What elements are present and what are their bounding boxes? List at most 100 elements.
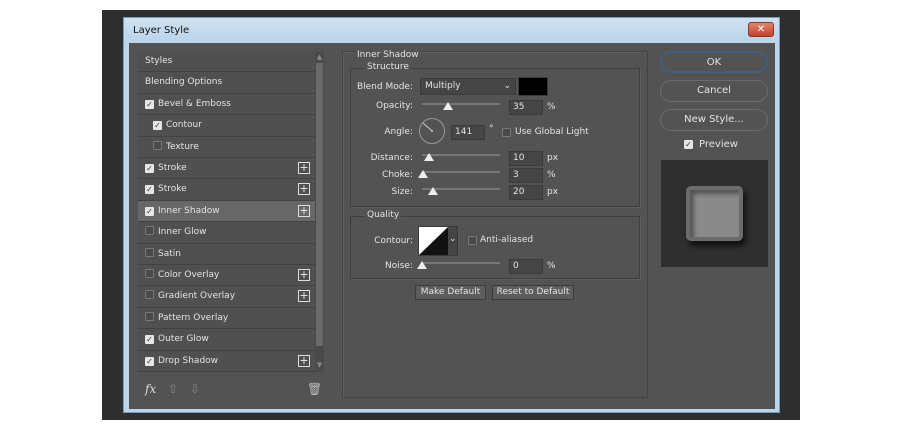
size-input[interactable]: 20 bbox=[509, 185, 543, 200]
styles-list: Styles Blending Options ✓ Bevel & Emboss ✓ Co… bbox=[138, 51, 315, 372]
move-up-icon[interactable]: ⇧ bbox=[168, 382, 178, 396]
sidebar-item[interactable]: ✓ Contour bbox=[138, 115, 315, 137]
sidebar-item[interactable]: ✓ Outer Glow bbox=[138, 329, 315, 351]
checkbox[interactable] bbox=[145, 247, 154, 257]
title-bar[interactable]: Layer Style ✕ bbox=[124, 18, 779, 43]
checkbox[interactable]: ✓ bbox=[145, 99, 154, 109]
checkbox[interactable]: ✓ bbox=[145, 206, 154, 216]
sidebar-item[interactable]: Inner Glow bbox=[138, 222, 315, 244]
checkbox[interactable]: ✓ bbox=[153, 121, 162, 131]
slider-thumb[interactable] bbox=[443, 102, 453, 110]
cancel-button[interactable]: Cancel bbox=[660, 80, 768, 102]
preview-swatch bbox=[686, 186, 743, 241]
trash-icon[interactable]: 🗑 bbox=[307, 382, 322, 396]
noise-input[interactable]: 0 bbox=[509, 259, 543, 274]
sidebar-item-label: Inner Shadow bbox=[158, 205, 220, 216]
slider-thumb[interactable] bbox=[418, 170, 428, 178]
styles-scrollbar[interactable]: ▲ ▼ bbox=[315, 51, 324, 372]
anti-aliased-label: Anti-aliased bbox=[480, 235, 534, 245]
contour-preview-icon bbox=[419, 227, 448, 255]
sidebar-item[interactable]: Blending Options bbox=[138, 72, 315, 94]
sidebar-item[interactable]: ✓ Stroke + bbox=[138, 179, 315, 201]
choke-unit: % bbox=[547, 170, 556, 180]
sidebar-item-label: Inner Glow bbox=[158, 227, 207, 238]
sidebar-item-label: Blending Options bbox=[145, 77, 223, 88]
checkbox[interactable] bbox=[145, 290, 154, 300]
sidebar-item-label: Contour bbox=[166, 120, 202, 131]
checkbox[interactable]: ✓ bbox=[145, 164, 154, 173]
opacity-slider[interactable] bbox=[422, 102, 500, 110]
scroll-up-icon[interactable]: ▲ bbox=[315, 53, 324, 61]
size-slider[interactable] bbox=[422, 187, 500, 195]
sidebar-item[interactable]: Styles bbox=[138, 51, 315, 73]
move-down-icon[interactable]: ⇩ bbox=[190, 382, 200, 396]
sidebar-item[interactable]: ✓ Inner Shadow + bbox=[138, 200, 315, 223]
sidebar-item-label: Color Overlay bbox=[158, 270, 220, 280]
sidebar-item-label: Stroke bbox=[158, 163, 187, 173]
use-global-light-label: Use Global Light bbox=[515, 127, 589, 137]
new-style-button[interactable]: New Style... bbox=[660, 109, 768, 131]
sidebar-item[interactable]: ✓ Stroke + bbox=[138, 158, 315, 180]
use-global-light-checkbox[interactable] bbox=[502, 128, 511, 137]
add-icon[interactable]: + bbox=[298, 290, 310, 303]
contour-picker[interactable]: ⌄ bbox=[418, 226, 458, 256]
sidebar-item[interactable]: ✓ Bevel & Emboss bbox=[138, 93, 315, 116]
structure-title: Structure bbox=[365, 62, 411, 72]
sidebar-item[interactable]: Texture bbox=[138, 136, 315, 158]
checkbox[interactable] bbox=[145, 311, 154, 321]
add-icon[interactable]: + bbox=[298, 269, 310, 281]
sidebar-item[interactable]: Pattern Overlay bbox=[138, 307, 315, 330]
close-button[interactable]: ✕ bbox=[748, 22, 774, 37]
angle-label: Angle: bbox=[384, 127, 413, 137]
distance-label: Distance: bbox=[370, 153, 413, 163]
sidebar-item[interactable]: Color Overlay + bbox=[138, 265, 315, 287]
choke-label: Choke: bbox=[382, 170, 413, 180]
scroll-down-icon[interactable]: ▼ bbox=[315, 361, 324, 369]
make-default-button[interactable]: Make Default bbox=[415, 285, 486, 300]
choke-slider[interactable] bbox=[418, 170, 500, 178]
slider-thumb[interactable] bbox=[417, 261, 427, 269]
blend-mode-dropdown[interactable]: Multiply ⌄ bbox=[420, 78, 516, 95]
distance-slider[interactable] bbox=[422, 153, 500, 161]
choke-input[interactable]: 3 bbox=[509, 168, 543, 183]
noise-slider[interactable] bbox=[417, 261, 500, 269]
structure-group: Structure Blend Mode: Multiply ⌄ Opacity… bbox=[350, 62, 640, 207]
preview-checkbox[interactable]: ✓ bbox=[684, 140, 693, 149]
angle-dial[interactable] bbox=[418, 117, 446, 145]
opacity-unit: % bbox=[547, 102, 556, 112]
checkbox[interactable] bbox=[153, 140, 162, 150]
anti-aliased-checkbox[interactable] bbox=[468, 236, 477, 245]
checkbox[interactable]: ✓ bbox=[145, 356, 154, 366]
sidebar-item-label: Stroke bbox=[158, 184, 187, 195]
opacity-input[interactable]: 35 bbox=[509, 100, 543, 115]
add-icon[interactable]: + bbox=[298, 183, 310, 196]
add-icon[interactable]: + bbox=[298, 204, 310, 217]
sidebar-item[interactable]: Satin bbox=[138, 243, 315, 265]
angle-input[interactable]: 141 bbox=[451, 125, 485, 140]
contour-label: Contour: bbox=[374, 236, 413, 246]
angle-unit: ° bbox=[489, 124, 494, 134]
blend-mode-value: Multiply bbox=[425, 81, 461, 91]
sidebar-item[interactable]: Gradient Overlay + bbox=[138, 286, 315, 308]
fx-icon[interactable]: fx bbox=[145, 382, 156, 396]
size-label: Size: bbox=[391, 187, 413, 197]
size-unit: px bbox=[547, 187, 559, 197]
add-icon[interactable]: + bbox=[298, 162, 310, 174]
ok-button[interactable]: OK bbox=[660, 51, 768, 73]
chevron-down-icon: ⌄ bbox=[449, 234, 457, 244]
chevron-down-icon: ⌄ bbox=[503, 81, 511, 91]
checkbox[interactable] bbox=[145, 269, 154, 278]
checkbox[interactable] bbox=[145, 226, 154, 236]
distance-input[interactable]: 10 bbox=[509, 151, 543, 166]
add-icon[interactable]: + bbox=[298, 354, 310, 367]
sidebar-item-label: Satin bbox=[158, 248, 181, 259]
reset-to-default-button[interactable]: Reset to Default bbox=[492, 285, 574, 300]
shadow-color-swatch[interactable] bbox=[518, 77, 548, 96]
dialog-title: Layer Style bbox=[133, 25, 190, 36]
scrollbar-thumb[interactable] bbox=[316, 63, 323, 346]
slider-thumb[interactable] bbox=[424, 153, 434, 161]
slider-thumb[interactable] bbox=[428, 187, 438, 195]
sidebar-item[interactable]: ✓ Drop Shadow + bbox=[138, 350, 315, 372]
checkbox[interactable]: ✓ bbox=[145, 185, 154, 195]
checkbox[interactable]: ✓ bbox=[145, 335, 154, 345]
